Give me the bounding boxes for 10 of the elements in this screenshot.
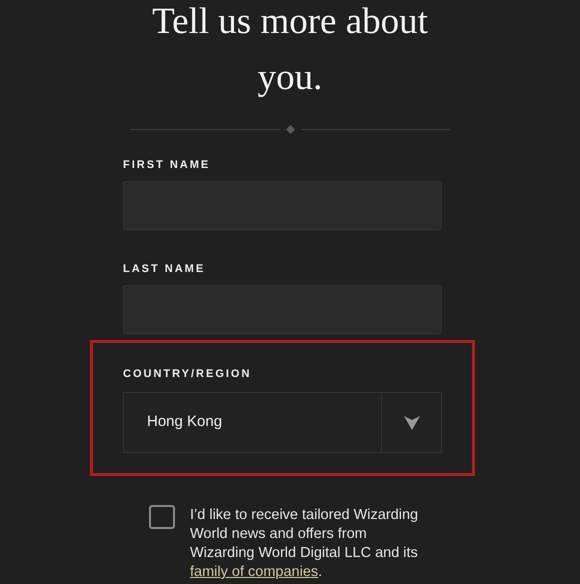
- country-dropdown[interactable]: Hong Kong: [123, 392, 442, 453]
- field-label: COUNTRY/REGION: [123, 367, 252, 381]
- field-label: LAST NAME: [123, 262, 206, 276]
- consent-text: I’d like to receive tailored Wizarding World news and offers from Wizarding World Digital LLC and its family of companies.: [190, 506, 420, 582]
- checkbox[interactable]: [149, 505, 175, 529]
- companies-link[interactable]: family of companies: [190, 564, 318, 580]
- diamond-icon: [286, 125, 294, 134]
- page-heading: Tell us more about you.: [151, 0, 429, 100]
- field-label: FIRST NAME: [123, 158, 210, 172]
- chevron-down-icon: [404, 416, 420, 430]
